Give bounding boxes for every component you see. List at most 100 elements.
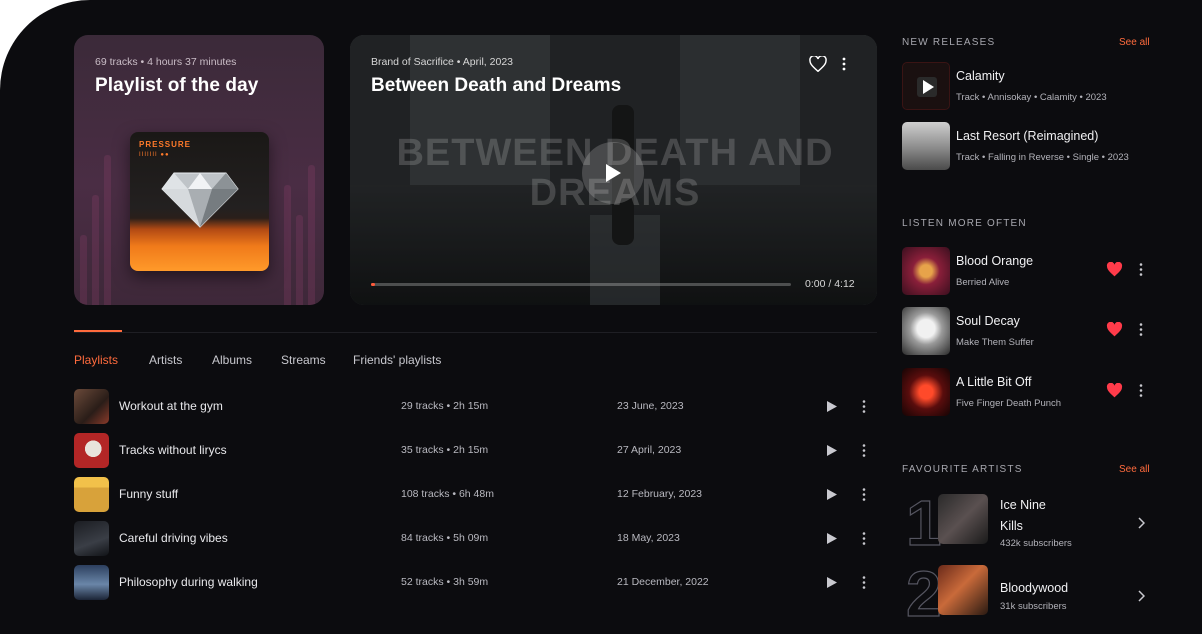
playlist-title: Playlist of the day — [95, 75, 259, 96]
chevron-right-icon[interactable] — [1137, 590, 1145, 602]
playlist-name: Workout at the gym — [119, 399, 223, 413]
video-title: Between Death and Dreams — [371, 75, 622, 96]
play-icon[interactable] — [826, 488, 838, 501]
new-releases-see-all-link[interactable]: See all — [1119, 37, 1150, 48]
music-app: 69 tracks • 4 hours 37 minutes Playlist … — [0, 0, 1202, 634]
playlist-date: 21 December, 2022 — [617, 576, 709, 588]
playlist-tracks: 52 tracks • 3h 59m — [401, 576, 489, 588]
more-vertical-icon[interactable] — [861, 531, 867, 546]
track-art — [902, 247, 950, 295]
tabs-divider — [74, 332, 877, 333]
cover-subtext: IIIIIII ●● — [139, 152, 170, 158]
playlist-of-the-day-card[interactable]: 69 tracks • 4 hours 37 minutes Playlist … — [74, 35, 324, 305]
artist-name-line1: Bloodywood — [1000, 581, 1069, 595]
track-artist: Make Them Suffer — [956, 337, 1034, 348]
more-vertical-icon[interactable] — [1138, 383, 1144, 398]
release-subtitle: Track • Annisokay • Calamity • 2023 — [956, 92, 1107, 103]
play-icon[interactable] — [826, 532, 838, 545]
playlist-thumbnail — [74, 521, 109, 556]
table-row[interactable]: Funny stuff 108 tracks • 6h 48m 12 Febru… — [74, 477, 877, 513]
release-item[interactable]: Calamity Track • Annisokay • Calamity • … — [902, 62, 1162, 110]
artist-subscribers: 31k subscribers — [1000, 601, 1067, 612]
release-title: Last Resort (Reimagined) — [956, 129, 1099, 143]
artist-rank: 1 — [905, 487, 942, 559]
playlist-date: 12 February, 2023 — [617, 488, 703, 500]
more-vertical-icon[interactable] — [1138, 322, 1144, 337]
artist-item[interactable]: 1 Ice Nine Kills 432k subscribers — [902, 487, 1162, 559]
track-title: Soul Decay — [956, 314, 1020, 328]
list-item[interactable]: Blood Orange Berried Alive — [902, 247, 1162, 295]
listen-more-often-heading: LISTEN MORE OFTEN — [902, 218, 1027, 229]
more-vertical-icon[interactable] — [861, 575, 867, 590]
table-row[interactable]: Tracks without lirycs 35 tracks • 2h 15m… — [74, 433, 877, 469]
playlist-thumbnail — [74, 389, 109, 424]
play-video-button[interactable] — [582, 142, 644, 204]
playlist-tracks: 108 tracks • 6h 48m — [401, 488, 494, 500]
artist-name-line2: Kills — [1000, 519, 1023, 533]
tab-playlists[interactable]: Playlists — [74, 353, 118, 367]
active-tab-indicator — [74, 330, 122, 332]
table-row[interactable]: Philosophy during walking 52 tracks • 3h… — [74, 565, 877, 601]
list-item[interactable]: A Little Bit Off Five Finger Death Punch — [902, 368, 1162, 416]
playlist-name: Tracks without lirycs — [119, 443, 227, 457]
favourite-artists-see-all-link[interactable]: See all — [1119, 464, 1150, 475]
playlist-thumbnail — [74, 433, 109, 468]
playlist-date: 27 April, 2023 — [617, 444, 682, 456]
diamond-icon — [161, 172, 239, 228]
track-title: A Little Bit Off — [956, 375, 1032, 389]
playlist-tracks: 35 tracks • 2h 15m — [401, 444, 489, 456]
playlist-tracks: 84 tracks • 5h 09m — [401, 532, 489, 544]
track-title: Blood Orange — [956, 254, 1034, 268]
artist-item[interactable]: 2 Bloodywood 31k subscribers — [902, 558, 1162, 630]
track-art — [902, 368, 950, 416]
playlist-cover[interactable]: PRESSURE IIIIIII ●● — [130, 132, 269, 271]
more-vertical-icon[interactable] — [861, 443, 867, 458]
tab-artists[interactable]: Artists — [149, 353, 182, 367]
chevron-right-icon[interactable] — [1137, 517, 1145, 529]
more-vertical-icon[interactable] — [861, 487, 867, 502]
artist-photo — [938, 494, 988, 544]
release-art — [902, 62, 950, 110]
track-artist: Five Finger Death Punch — [956, 398, 1062, 409]
play-icon[interactable] — [826, 400, 838, 413]
cover-text: PRESSURE — [139, 140, 192, 149]
video-progress-fill — [371, 283, 376, 286]
artist-subscribers: 432k subscribers — [1000, 538, 1072, 549]
play-icon[interactable] — [826, 576, 838, 589]
playlist-date: 23 June, 2023 — [617, 400, 684, 412]
playlist-name: Philosophy during walking — [119, 575, 258, 589]
list-item[interactable]: Soul Decay Make Them Suffer — [902, 307, 1162, 355]
track-artist: Berried Alive — [956, 277, 1010, 288]
playlist-thumbnail — [74, 565, 109, 600]
more-vertical-icon[interactable] — [840, 56, 848, 72]
table-row[interactable]: Careful driving vibes 84 tracks • 5h 09m… — [74, 521, 877, 557]
play-icon — [606, 164, 621, 182]
more-vertical-icon[interactable] — [861, 399, 867, 414]
new-releases-heading: NEW RELEASES — [902, 37, 996, 48]
playlist-tracks: 29 tracks • 2h 15m — [401, 400, 489, 412]
table-row[interactable]: Workout at the gym 29 tracks • 2h 15m 23… — [74, 389, 877, 425]
playlist-name: Careful driving vibes — [119, 531, 228, 545]
track-art — [902, 307, 950, 355]
release-art — [902, 122, 950, 170]
heart-filled-icon[interactable] — [1106, 262, 1123, 277]
heart-filled-icon[interactable] — [1106, 383, 1123, 398]
artist-rank: 2 — [905, 558, 942, 630]
heart-filled-icon[interactable] — [1106, 322, 1123, 337]
featured-video-player[interactable]: BETWEEN DEATH AND DREAMS Brand of Sacrif… — [350, 35, 877, 305]
video-meta: Brand of Sacrifice • April, 2023 — [371, 56, 514, 68]
artist-photo — [938, 565, 988, 615]
release-item[interactable]: Last Resort (Reimagined) Track • Falling… — [902, 122, 1162, 170]
tab-albums[interactable]: Albums — [212, 353, 252, 367]
video-progress-bar[interactable] — [371, 283, 791, 286]
tab-streams[interactable]: Streams — [281, 353, 326, 367]
tab-friends-playlists[interactable]: Friends' playlists — [353, 353, 441, 367]
release-subtitle: Track • Falling in Reverse • Single • 20… — [956, 152, 1129, 163]
artist-name-line1: Ice Nine — [1000, 498, 1046, 512]
more-vertical-icon[interactable] — [1138, 262, 1144, 277]
play-icon[interactable] — [826, 444, 838, 457]
favourite-artists-heading: FAVOURITE ARTISTS — [902, 464, 1023, 475]
video-time: 0:00 / 4:12 — [805, 278, 855, 290]
heart-outline-icon[interactable] — [809, 56, 827, 72]
release-title: Calamity — [956, 69, 1005, 83]
